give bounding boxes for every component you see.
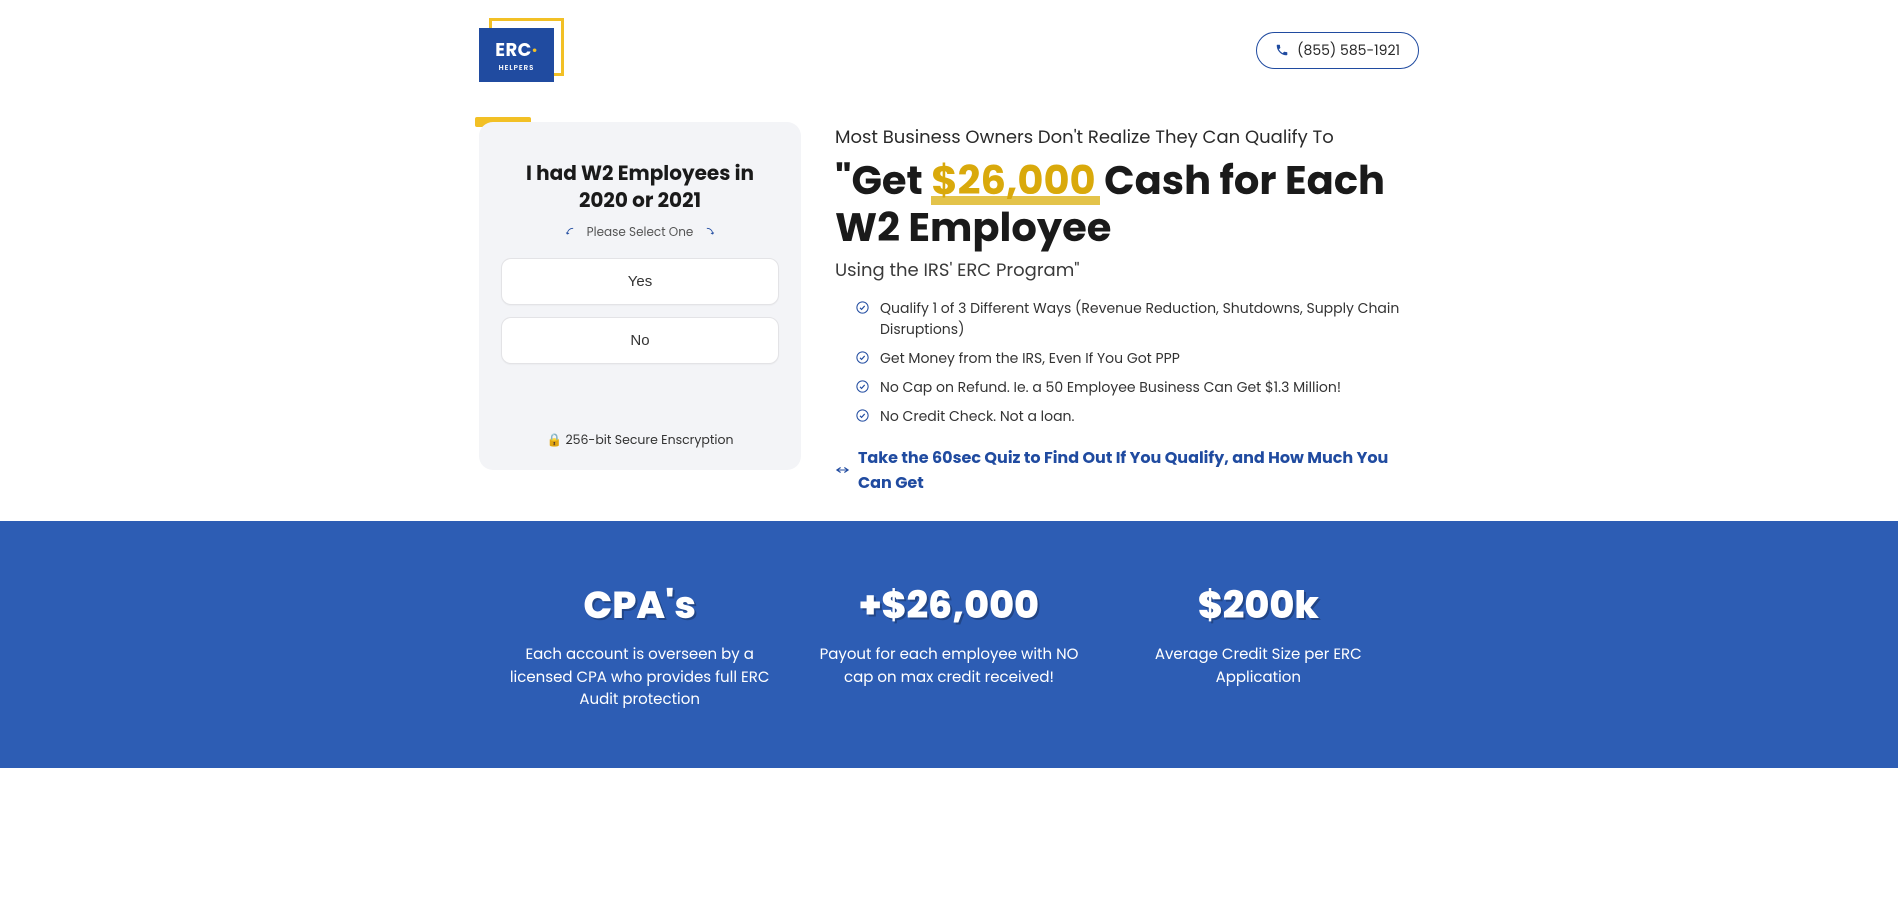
double-arrow-icon [835,464,850,476]
metric-desc: Each account is overseen by a licensed C… [510,644,770,712]
check-circle-icon [855,300,870,315]
quiz-card: I had W2 Employees in 2020 or 2021 Pleas… [479,122,801,470]
bullet-list: Qualify 1 of 3 Different Ways (Revenue R… [835,298,1419,427]
check-circle-icon [855,408,870,423]
subline: Using the IRS' ERC Program" [835,257,1419,284]
logo-line2: HELPERS [499,64,535,74]
bullet-item: Get Money from the IRS, Even If You Got … [855,348,1419,369]
metric-desc: Payout for each employee with NO cap on … [819,644,1079,689]
logo-line1: ERC [495,38,532,63]
arrow-curve-left-icon [565,226,579,240]
option-no-button[interactable]: No [501,317,779,364]
headline: "Get $26,000 Cash for Each W2 Employee [835,157,1419,251]
metric-value: +$26,000 [808,577,1089,634]
bullet-item: No Credit Check. Not a loan. [855,406,1419,427]
encryption-note: 🔒 256-bit Secure Enscryption [501,376,779,450]
preline: Most Business Owners Don't Realize They … [835,124,1419,151]
cta-link[interactable]: Take the 60sec Quiz to Find Out If You Q… [835,445,1419,495]
header: ERC· HELPERS (855) 585-1921 [479,0,1419,90]
logo[interactable]: ERC· HELPERS [479,18,569,82]
hero-section: I had W2 Employees in 2020 or 2021 Pleas… [479,90,1419,521]
metric-desc: Average Credit Size per ERC Application [1128,644,1388,689]
quiz-title: I had W2 Employees in 2020 or 2021 [501,160,779,214]
phone-button[interactable]: (855) 585-1921 [1256,32,1419,69]
check-circle-icon [855,350,870,365]
lock-icon: 🔒 [547,432,563,449]
option-yes-button[interactable]: Yes [501,258,779,305]
hero-copy: Most Business Owners Don't Realize They … [835,122,1419,495]
metric-payout: +$26,000 Payout for each employee with N… [808,577,1089,712]
metrics-band: CPA's Each account is overseen by a lice… [0,521,1898,768]
quiz-instruction: Please Select One [501,224,779,242]
metric-cpa: CPA's Each account is overseen by a lice… [499,577,780,712]
bullet-item: Qualify 1 of 3 Different Ways (Revenue R… [855,298,1419,340]
headline-gold: $26,000 [931,157,1095,204]
metric-avg: $200k Average Credit Size per ERC Applic… [1118,577,1399,712]
metric-value: CPA's [499,577,780,634]
phone-icon [1275,43,1289,57]
metric-value: $200k [1118,577,1399,634]
check-circle-icon [855,379,870,394]
arrow-curve-right-icon [701,226,715,240]
bullet-item: No Cap on Refund. Ie. a 50 Employee Busi… [855,377,1419,398]
phone-number: (855) 585-1921 [1297,40,1400,61]
